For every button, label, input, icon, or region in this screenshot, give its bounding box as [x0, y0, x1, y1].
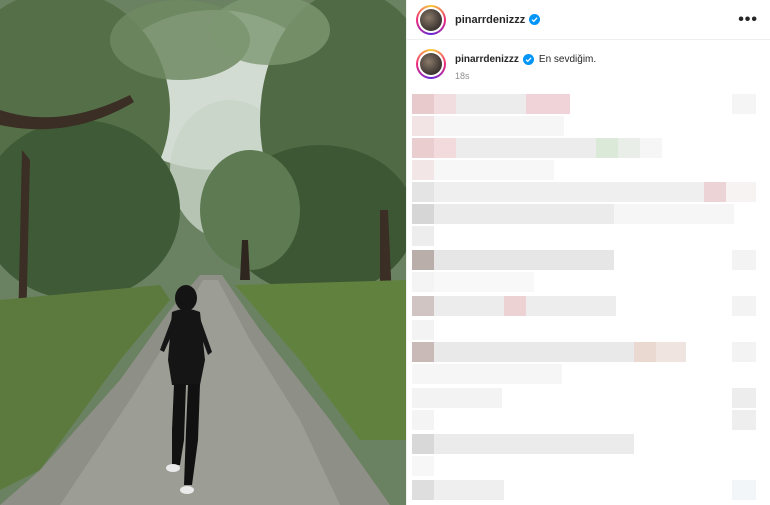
post-timestamp: 18s: [455, 71, 470, 81]
park-path-photo: [0, 0, 406, 505]
post-caption: pinarrdenizzz En sevdiğim. 18s: [407, 40, 770, 81]
caption-avatar[interactable]: [416, 49, 446, 79]
post-side-panel: pinarrdenizzz ••• pinarrdenizzz En sevdi…: [406, 0, 770, 505]
more-options-icon[interactable]: •••: [738, 11, 758, 28]
verified-badge-icon: [529, 14, 541, 25]
caption-username[interactable]: pinarrdenizzz: [455, 54, 519, 65]
header-username[interactable]: pinarrdenizzz: [455, 14, 525, 26]
post-photo[interactable]: [0, 0, 406, 505]
verified-badge-icon: [522, 54, 534, 65]
avatar[interactable]: [416, 4, 446, 35]
profile-picture: [420, 8, 442, 31]
caption-text: En sevdiğim.: [538, 54, 597, 65]
censored-comments-area: [407, 92, 770, 505]
post-header: pinarrdenizzz •••: [407, 0, 770, 40]
